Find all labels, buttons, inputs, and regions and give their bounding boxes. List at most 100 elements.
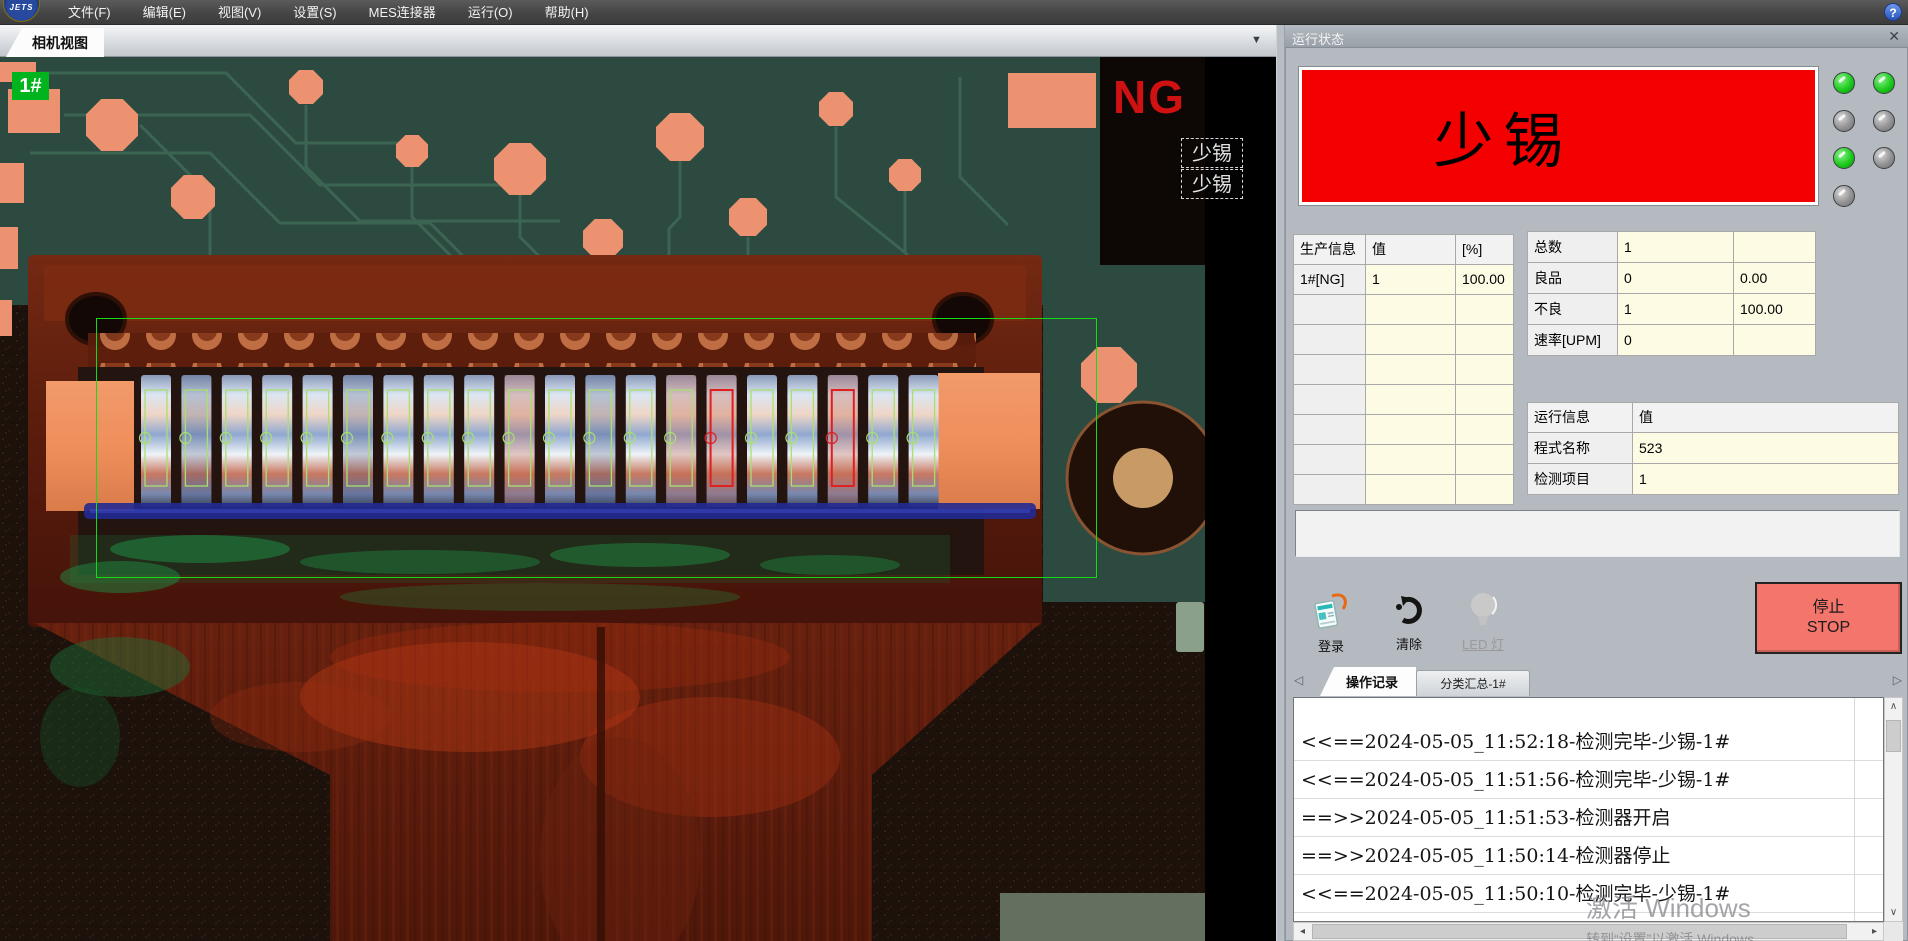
operation-log-panel[interactable]: <<==2024-05-05_11:52:18-检测完毕-少锡-1#<<==20… — [1293, 697, 1884, 922]
log-entry: <<==2024-05-05_11:51:56-检测完毕-少锡-1# — [1294, 761, 1883, 799]
menu-item[interactable]: 设置(S) — [277, 0, 352, 25]
table-cell: 生产信息 — [1294, 235, 1366, 265]
scroll-up-icon[interactable]: ∧ — [1885, 698, 1902, 715]
scroll-down-icon[interactable]: ∨ — [1885, 904, 1902, 921]
log-column-divider — [1854, 698, 1855, 922]
table-row: 1#[NG]1100.00 — [1294, 265, 1514, 295]
table-cell: 0 — [1618, 263, 1734, 294]
login-button[interactable]: 登录 — [1300, 592, 1362, 664]
scroll-left-icon[interactable]: ◂ — [1294, 923, 1311, 940]
status-led — [1873, 110, 1895, 132]
table-cell: 100.00 — [1734, 294, 1816, 325]
counters-table: 总数1 良品00.00不良1100.00速率[UPM]0 — [1527, 231, 1816, 356]
menu-item[interactable]: 运行(O) — [452, 0, 529, 25]
panel-splitter[interactable] — [1276, 25, 1285, 941]
camera-tab-bar: 相机视图 ▼ — [0, 25, 1276, 57]
id-badge-icon — [1312, 592, 1350, 632]
menu-bar: JETS 文件(F)编辑(E)视图(V)设置(S)MES连接器运行(O)帮助(H… — [0, 0, 1908, 25]
table-row — [1294, 325, 1514, 355]
horizontal-scroll-thumb[interactable] — [1312, 924, 1847, 939]
status-led — [1833, 110, 1855, 132]
table-cell: 523 — [1633, 433, 1899, 464]
clear-label: 清除 — [1396, 634, 1422, 653]
table-cell: 值 — [1366, 235, 1456, 265]
defect-label: 少锡 — [1181, 169, 1243, 199]
tab-category-summary[interactable]: 分类汇总-1# — [1416, 670, 1530, 696]
table-cell: 速率[UPM] — [1528, 325, 1618, 356]
tab-operation-log[interactable]: 操作记录 — [1320, 667, 1416, 696]
stop-button[interactable]: 停止 STOP — [1755, 582, 1902, 654]
table-cell — [1366, 385, 1456, 415]
tab-scroll-left-icon[interactable]: ◁ — [1294, 673, 1303, 687]
menu-item[interactable]: 编辑(E) — [127, 0, 202, 25]
horizontal-scrollbar[interactable]: ◂ ▸ — [1293, 922, 1884, 941]
login-label: 登录 — [1318, 636, 1344, 655]
inspection-roi — [96, 318, 1097, 578]
camera-viewport[interactable]: 1# NG 少锡 少锡 — [0, 57, 1276, 941]
defect-label: 少锡 — [1181, 138, 1243, 168]
log-entry: <<==2024-05-05_11:52:18-检测完毕-少锡-1# — [1294, 723, 1883, 761]
menu-items: 文件(F)编辑(E)视图(V)设置(S)MES连接器运行(O)帮助(H) — [52, 0, 605, 25]
message-box[interactable] — [1295, 510, 1900, 557]
table-cell — [1294, 355, 1366, 385]
table-cell — [1366, 295, 1456, 325]
table-cell: [%] — [1456, 235, 1514, 265]
chevron-down-icon[interactable]: ▼ — [1251, 34, 1262, 46]
table-cell: 0.00 — [1734, 263, 1816, 294]
table-row — [1294, 385, 1514, 415]
table-cell: 良品 — [1528, 263, 1618, 294]
menu-item[interactable]: MES连接器 — [353, 0, 452, 25]
table-row: 总数1 — [1528, 232, 1816, 263]
table-row: 速率[UPM]0 — [1528, 325, 1816, 356]
result-ng-label: NG — [1113, 70, 1186, 124]
panel-title-bar: 运行状态 ✕ — [1285, 25, 1908, 48]
defect-banner-frame: 少锡 — [1298, 66, 1819, 206]
table-cell: 程式名称 — [1528, 433, 1633, 464]
status-led — [1833, 185, 1855, 207]
table-row — [1294, 415, 1514, 445]
log-entry: ==>>2024-05-05_11:51:53-检测器开启 — [1294, 799, 1883, 837]
stop-label-en: STOP — [1807, 618, 1850, 638]
table-cell — [1366, 325, 1456, 355]
tab-scroll-right-icon[interactable]: ▷ — [1893, 673, 1902, 687]
defect-banner: 少锡 — [1302, 70, 1815, 202]
table-row — [1294, 355, 1514, 385]
table-cell — [1294, 415, 1366, 445]
table-cell — [1294, 385, 1366, 415]
status-led — [1873, 72, 1895, 94]
table-row — [1294, 445, 1514, 475]
run-info-table: 运行信息值程式名称523检测项目1 — [1527, 402, 1899, 495]
led-light-button[interactable]: LED 灯 — [1452, 592, 1514, 664]
panel-title: 运行状态 — [1292, 29, 1344, 48]
table-cell — [1456, 475, 1514, 505]
table-row: 不良1100.00 — [1528, 294, 1816, 325]
close-icon[interactable]: ✕ — [1888, 28, 1900, 45]
scroll-right-icon[interactable]: ▸ — [1866, 923, 1883, 940]
table-cell — [1734, 232, 1816, 263]
table-cell — [1456, 415, 1514, 445]
table-cell — [1294, 445, 1366, 475]
table-cell: 0 — [1618, 325, 1734, 356]
log-list: <<==2024-05-05_11:52:18-检测完毕-少锡-1#<<==20… — [1294, 698, 1883, 913]
menu-item[interactable]: 帮助(H) — [529, 0, 605, 25]
defect-banner-text: 少锡 — [1434, 93, 1574, 180]
log-entry: <<==2024-05-05_11:50:10-检测完毕-少锡-1# — [1294, 875, 1883, 913]
clear-button[interactable]: 清除 — [1378, 594, 1440, 666]
menu-item[interactable]: 文件(F) — [52, 0, 127, 25]
stop-label-cn: 停止 — [1812, 598, 1844, 618]
table-cell — [1456, 325, 1514, 355]
table-cell: 1#[NG] — [1294, 265, 1366, 295]
vertical-scroll-thumb[interactable] — [1886, 720, 1901, 752]
camera-id-badge: 1# — [12, 72, 49, 100]
menu-item[interactable]: 视图(V) — [202, 0, 277, 25]
table-cell: 值 — [1633, 403, 1899, 433]
table-cell: 1 — [1618, 294, 1734, 325]
table-cell: 检测项目 — [1528, 464, 1633, 495]
light-bulb-icon — [1468, 592, 1498, 630]
led-light-label: LED 灯 — [1462, 634, 1504, 653]
table-cell — [1366, 355, 1456, 385]
tab-camera-view[interactable]: 相机视图 — [6, 28, 104, 57]
help-icon[interactable]: ? — [1884, 3, 1902, 21]
vertical-scrollbar[interactable]: ∧ ∨ — [1884, 697, 1903, 922]
table-cell — [1366, 445, 1456, 475]
